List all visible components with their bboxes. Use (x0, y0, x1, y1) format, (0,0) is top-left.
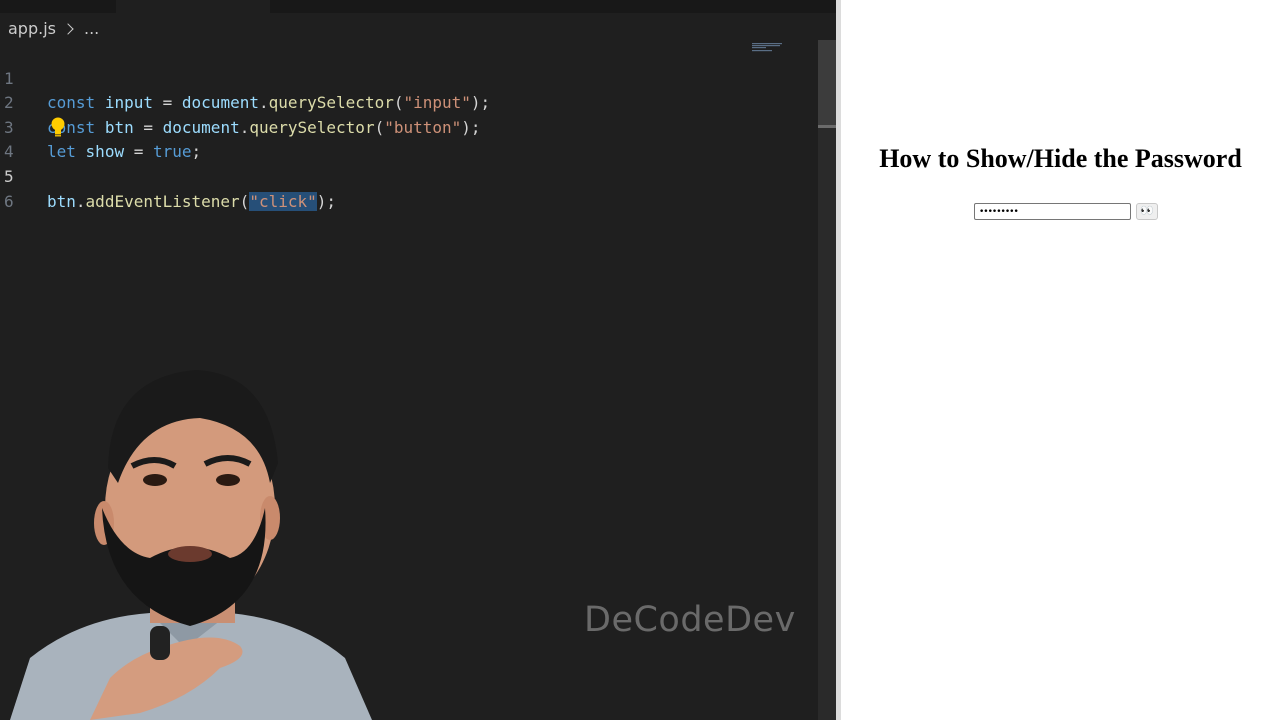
code-line[interactable]: 6 (0, 165, 810, 211)
editor-tab-bar (0, 0, 836, 13)
presenter-webcam (10, 370, 372, 720)
selected-string[interactable]: "click" (249, 191, 317, 211)
code-editor: app.js ... 1 const input = document.quer… (0, 0, 836, 720)
code-line[interactable]: 5 btn.addEventListener("click"); (0, 140, 810, 211)
breadcrumb: app.js ... (8, 18, 99, 40)
line-number: 6 (4, 191, 14, 211)
breadcrumb-file[interactable]: app.js (8, 18, 56, 40)
vertical-scrollbar[interactable] (818, 40, 836, 720)
code-line[interactable]: 1 const input = document.querySelector("… (0, 42, 810, 113)
page-title: How to Show/Hide the Password (879, 144, 1242, 173)
browser-preview: How to Show/Hide the Password 👀 (841, 0, 1280, 720)
code-function: addEventListener (85, 191, 240, 211)
code-line[interactable]: 2 const btn = document.querySelector("bu… (0, 67, 810, 137)
channel-watermark: DeCodeDev (584, 600, 796, 640)
minimap[interactable] (752, 42, 794, 52)
scrollbar-thumb[interactable] (818, 40, 836, 126)
cursor-ruler-mark (818, 125, 836, 128)
chevron-right-icon (62, 23, 74, 35)
line-content: btn.addEventListener("click"); (47, 191, 337, 211)
password-input[interactable] (974, 203, 1131, 220)
toggle-password-button[interactable]: 👀 (1136, 203, 1158, 220)
eyes-icon: 👀 (1140, 205, 1154, 217)
code-area[interactable]: 1 const input = document.querySelector("… (0, 42, 810, 211)
lightbulb-icon[interactable] (49, 115, 67, 139)
active-tab[interactable] (116, 0, 270, 13)
breadcrumb-more[interactable]: ... (84, 18, 99, 40)
code-line[interactable]: 4 (0, 115, 810, 161)
code-line[interactable]: 3 let show = true; (0, 91, 810, 162)
